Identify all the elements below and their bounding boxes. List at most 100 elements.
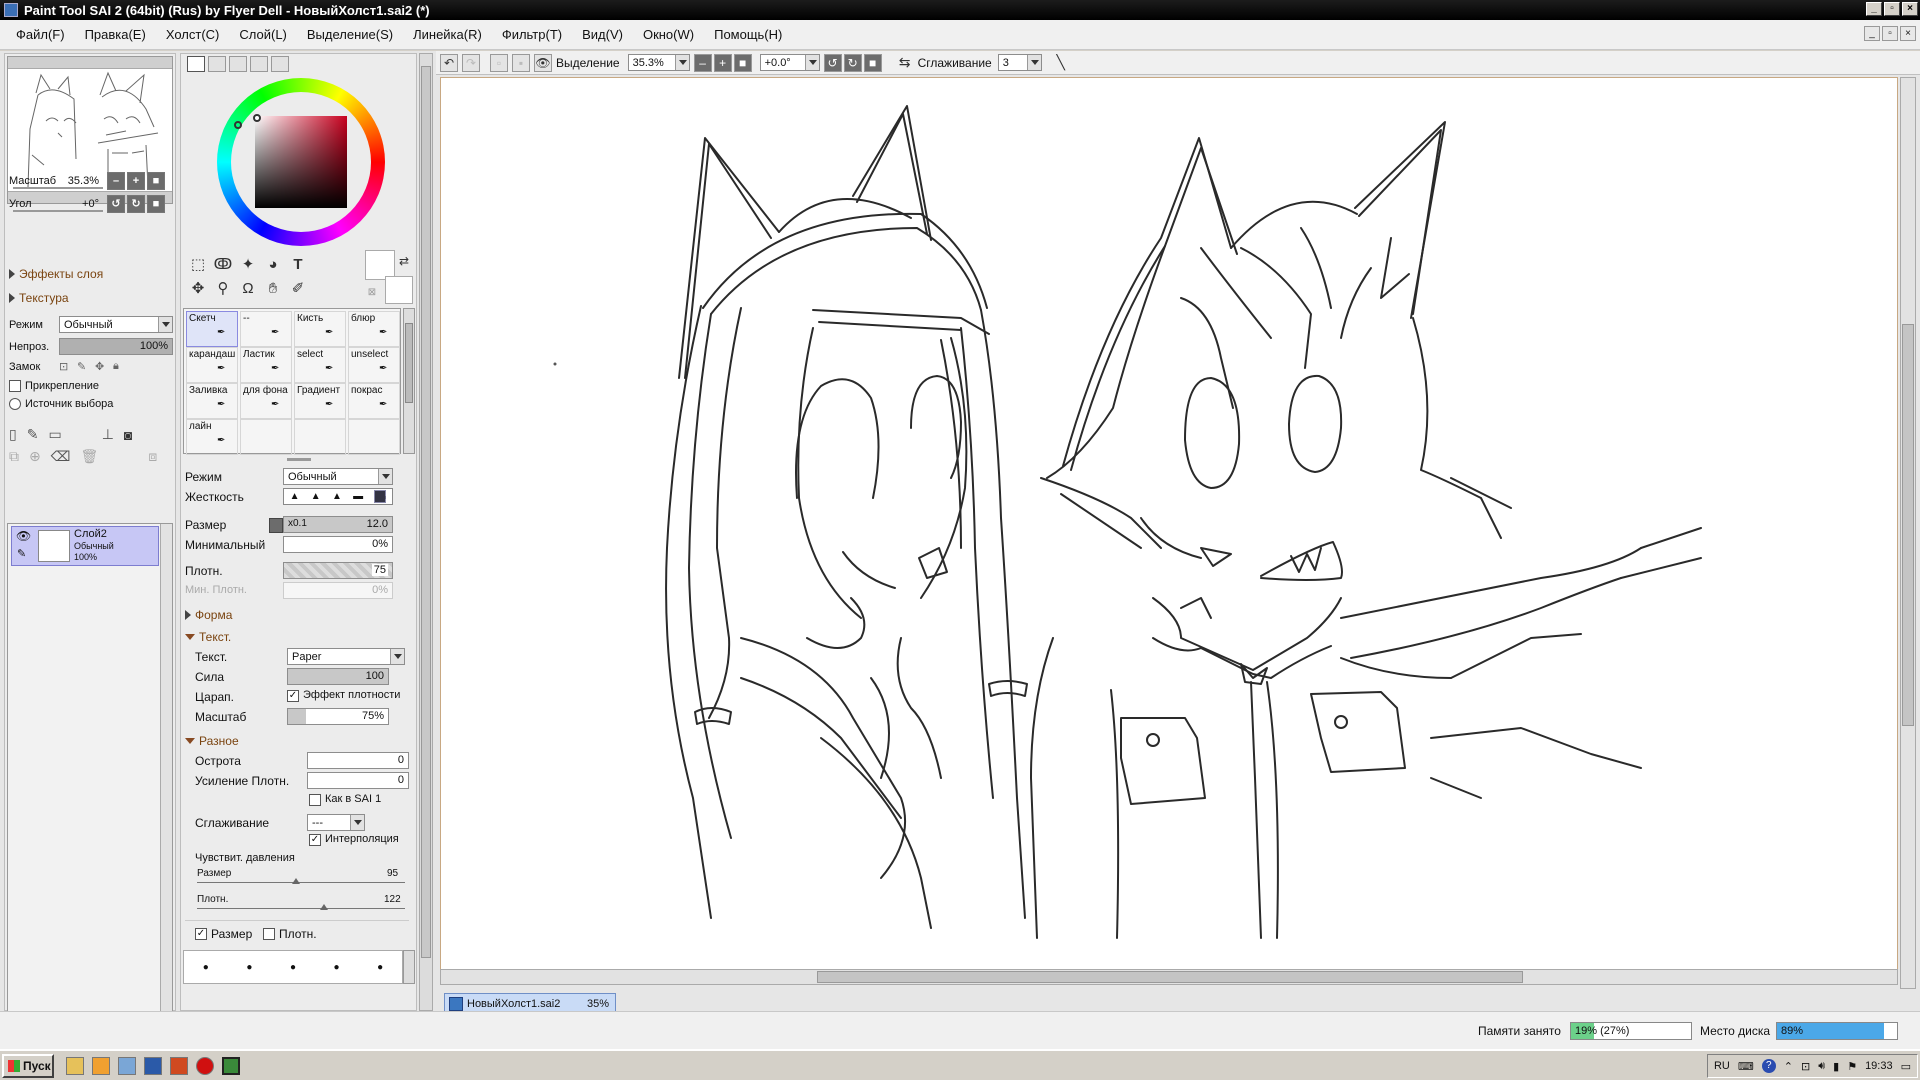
mdi-minimize-button[interactable]: _ — [1864, 26, 1880, 41]
lock-transparency-icon[interactable]: ⊡ — [59, 360, 77, 373]
size-mult-dropdown[interactable] — [269, 518, 283, 533]
rgb-slider-tab[interactable] — [208, 56, 226, 72]
scratchpad-tab[interactable] — [271, 56, 289, 72]
opacity-slider[interactable]: 100% — [59, 338, 173, 355]
new-layer-icon[interactable]: ▯ — [9, 426, 17, 443]
blend-mode-select[interactable]: Обычный — [59, 316, 173, 333]
word-icon[interactable] — [144, 1056, 162, 1075]
zoom-tool-icon[interactable]: ⚲ — [212, 278, 234, 300]
pressure-size-thumb[interactable] — [291, 878, 300, 884]
brush-slot[interactable]: покрас ✒ — [348, 383, 400, 419]
pressure-size-slider[interactable] — [197, 882, 405, 883]
keyboard-icon[interactable]: ⌨︎ — [1738, 1060, 1754, 1073]
smoothing-select[interactable]: --- — [307, 814, 365, 831]
zoom-reset-button[interactable]: ■ — [147, 172, 165, 190]
scroll-thumb[interactable] — [421, 66, 431, 958]
magic-wand-icon[interactable]: ✦ — [237, 254, 259, 276]
maximize-button[interactable]: ▫ — [1884, 2, 1900, 16]
mask-icon[interactable]: ◙ — [124, 427, 132, 443]
start-button[interactable]: Пуск — [2, 1053, 54, 1078]
media-player-icon[interactable] — [92, 1056, 110, 1075]
size-presets-scrollbar[interactable] — [403, 950, 415, 984]
brush-slot[interactable]: лайн ✒ — [186, 419, 238, 455]
selection-source-radio[interactable] — [9, 398, 21, 410]
empty-brush-slot[interactable] — [240, 419, 292, 455]
menu-view[interactable]: Вид(V) — [572, 27, 633, 42]
hardness-4-icon[interactable]: ▬ — [353, 491, 363, 502]
brush-slot[interactable]: unselect ✒ — [348, 347, 400, 383]
menu-help[interactable]: Помощь(H) — [704, 27, 792, 42]
size-toggle-checkbox[interactable]: ✓ — [195, 928, 207, 940]
minimize-button[interactable]: _ — [1866, 2, 1882, 16]
hsv-slider-tab[interactable] — [229, 56, 247, 72]
swatches-tab[interactable] — [250, 56, 268, 72]
brush-slot[interactable]: для фона ✒ — [240, 383, 292, 419]
interpolation-checkbox[interactable]: ✓ — [309, 834, 321, 846]
size-preset-dot[interactable]: ● — [203, 962, 209, 973]
lasso-icon[interactable]: ↂ — [212, 254, 234, 276]
transparent-color-icon[interactable]: ⊠ — [361, 282, 383, 304]
canvas-angle-select[interactable]: +0.0° — [759, 54, 820, 71]
texture-scale-slider[interactable]: 75% — [287, 708, 389, 725]
language-indicator[interactable]: RU — [1714, 1060, 1730, 1072]
hue-marker[interactable] — [234, 121, 242, 129]
stabilizer-select[interactable]: 3 — [997, 54, 1042, 71]
brush-slot[interactable]: Ластик ✒ — [240, 347, 292, 383]
texture-section[interactable]: Текстура — [9, 291, 69, 305]
new-folder-icon[interactable]: ▭ — [48, 426, 61, 443]
rotate-tool-icon[interactable]: Ω — [237, 278, 259, 300]
scroll-thumb[interactable] — [817, 971, 1523, 983]
line-stabilizer-icon[interactable]: ╲ — [1052, 54, 1070, 72]
tray-expand-icon[interactable]: ⌃ — [1784, 1060, 1793, 1073]
flag-icon[interactable]: ⚑ — [1847, 1060, 1857, 1073]
brush-slot[interactable]: -- ✒ — [240, 311, 292, 347]
size-slider[interactable]: x0.1 12.0 — [283, 516, 393, 533]
saturation-value-square[interactable] — [255, 116, 347, 208]
menu-selection[interactable]: Выделение(S) — [297, 27, 403, 42]
density-slider[interactable]: 75 — [283, 562, 393, 579]
canvas-horizontal-scrollbar[interactable] — [440, 969, 1898, 985]
panel-scrollbar[interactable] — [419, 53, 433, 1011]
canvas-zoom-select[interactable]: 35.3% — [627, 54, 690, 71]
flip-horizontal-icon[interactable]: ⇆ — [896, 54, 914, 72]
lock-paint-icon[interactable]: ✎ — [77, 360, 95, 373]
rotate-reset-button[interactable]: ■ — [147, 195, 165, 213]
min-density-slider[interactable]: 0% — [283, 582, 393, 599]
show-desktop-icon[interactable]: ▭ — [1901, 1060, 1911, 1073]
menu-filter[interactable]: Фильтр(T) — [492, 27, 572, 42]
menu-canvas[interactable]: Холст(C) — [156, 27, 230, 42]
hardness-5-icon[interactable]: ▬ — [374, 490, 387, 503]
shape-section[interactable]: Форма — [185, 608, 232, 622]
rotate-right-button[interactable]: ↻ — [127, 195, 145, 213]
invert-selection-button[interactable]: ▪ — [512, 53, 530, 72]
brush-slot[interactable]: Градиент ✒ — [294, 383, 346, 419]
network-app-icon[interactable] — [118, 1056, 136, 1075]
layer-extra-icon[interactable]: ⧈ — [148, 448, 157, 465]
signal-icon[interactable]: ▮ — [1833, 1060, 1839, 1073]
pressure-density-thumb[interactable] — [319, 904, 328, 910]
density-toggle-checkbox[interactable] — [263, 928, 275, 940]
background-color-swatch[interactable] — [385, 276, 413, 304]
lock-move-icon[interactable]: ✥ — [95, 360, 113, 373]
pressure-density-slider[interactable] — [197, 908, 405, 909]
size-preset-dot[interactable]: ● — [377, 962, 383, 973]
powerpoint-icon[interactable] — [170, 1056, 188, 1075]
brush-slot[interactable]: Скетч ✒ — [186, 311, 238, 347]
strength-slider[interactable]: 100 — [287, 668, 389, 685]
hardness-1-icon[interactable]: ▲ — [290, 491, 300, 502]
hardness-3-icon[interactable]: ▲ — [332, 491, 342, 502]
mdi-close-button[interactable]: × — [1900, 26, 1916, 41]
deselect-button[interactable]: ▫ — [490, 53, 508, 72]
brush-slot[interactable]: карандаш ✒ — [186, 347, 238, 383]
ruler-icon[interactable]: ⊥ — [102, 426, 114, 443]
zoom-reset-button[interactable]: ■ — [733, 53, 752, 72]
new-vector-layer-icon[interactable]: ✎ — [27, 426, 39, 443]
zoom-in-button[interactable]: + — [713, 53, 732, 72]
network-icon[interactable]: ⊡ — [1801, 1060, 1810, 1073]
scroll-thumb[interactable] — [1902, 324, 1914, 726]
scroll-thumb[interactable] — [405, 323, 413, 403]
move-tool-icon[interactable]: ✥ — [187, 278, 209, 300]
menu-layer[interactable]: Слой(L) — [229, 27, 297, 42]
volume-icon[interactable]: 🔊︎ — [1818, 1060, 1825, 1073]
menu-window[interactable]: Окно(W) — [633, 27, 704, 42]
